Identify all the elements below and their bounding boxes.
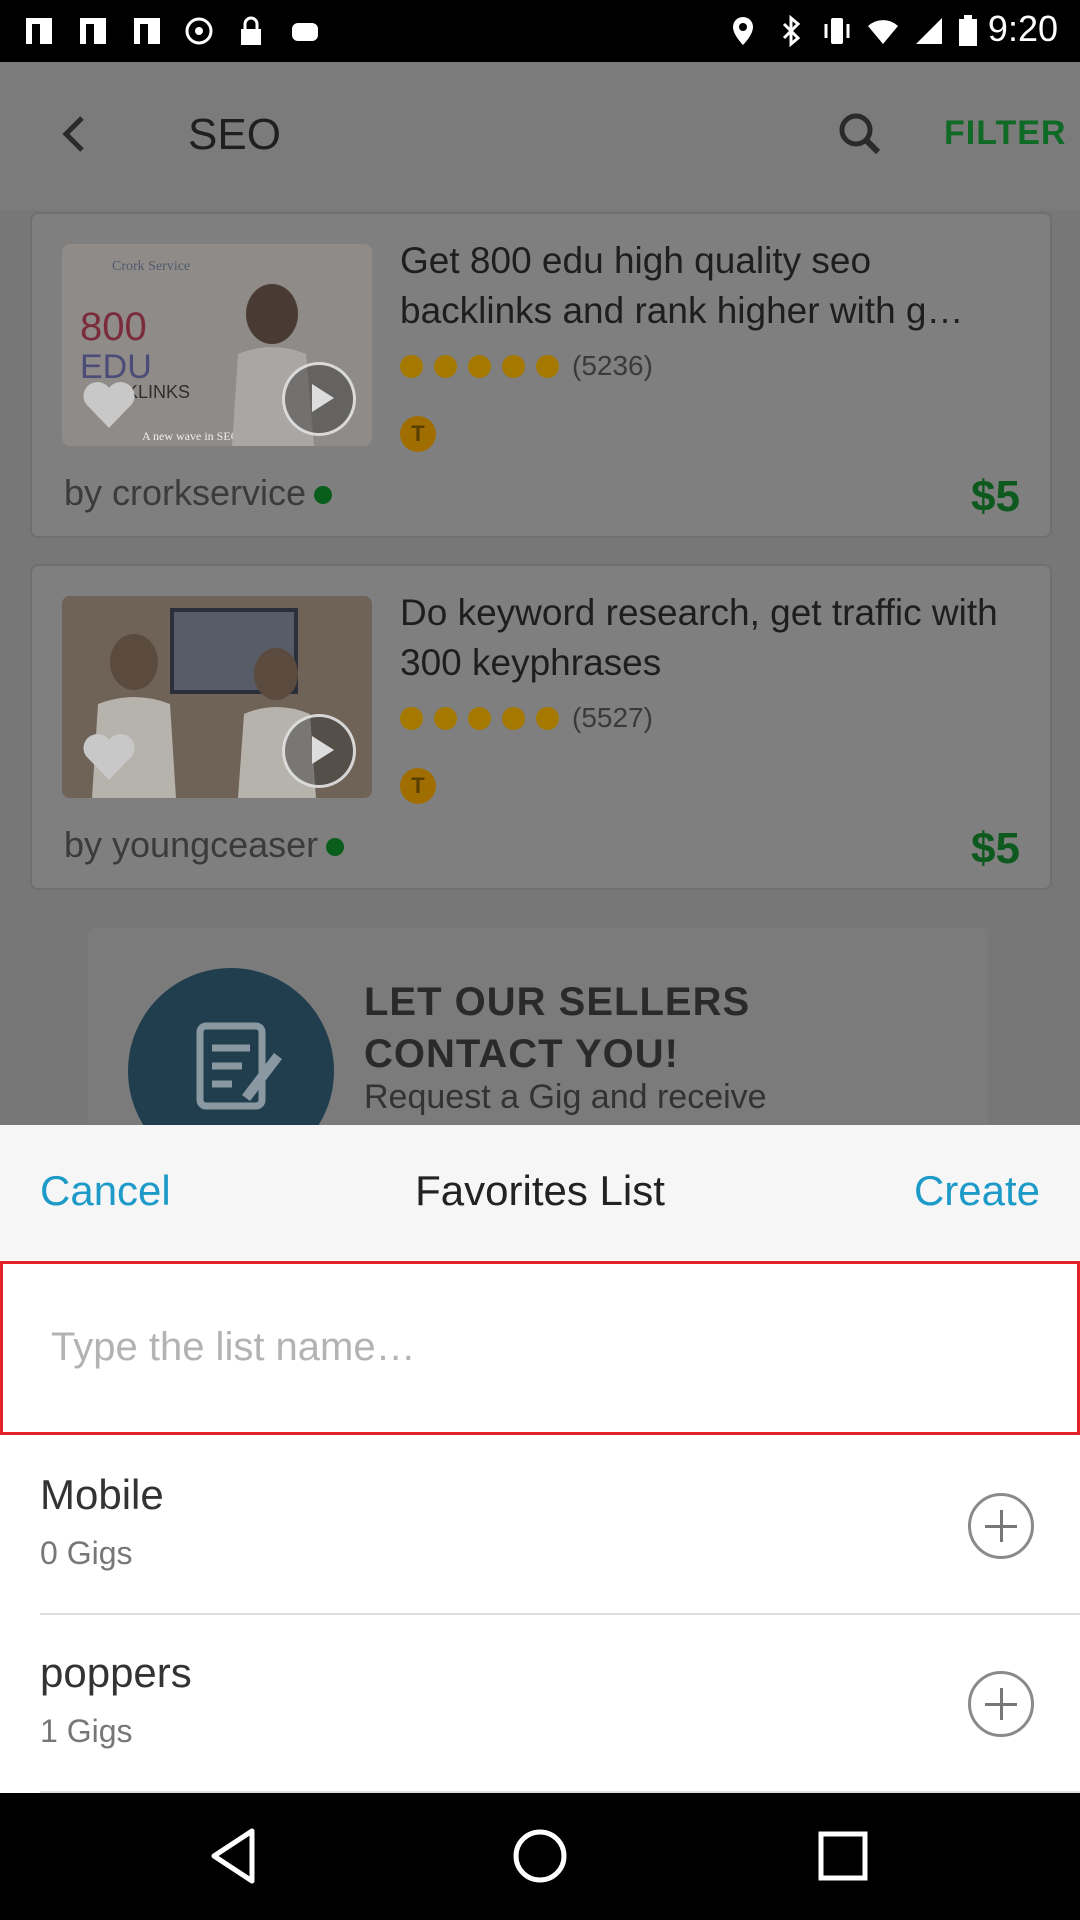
status-bar: 9:20 [0, 0, 1080, 62]
signal-icon [916, 18, 942, 44]
add-to-list-icon[interactable] [968, 1671, 1034, 1737]
list-count: 1 Gigs [40, 1713, 133, 1749]
gig-list: Crork Service 800 EDU KLINKS A new wave … [0, 210, 1080, 1125]
gig-card[interactable]: Crork Service 800 EDU KLINKS A new wave … [30, 212, 1052, 538]
favorites-sheet-header: Cancel Favorites List Create [0, 1125, 1080, 1260]
seller-name: by youngceaser [64, 824, 345, 866]
seller-label: by crorkservice [64, 472, 307, 513]
gig-card[interactable]: Do keyword research, get traffic with 30… [30, 564, 1052, 890]
list-name: poppers [40, 1649, 192, 1696]
star-icon [434, 706, 457, 730]
heart-icon[interactable] [80, 730, 138, 782]
banner-subtext: Request a Gig and receive [364, 1078, 767, 1116]
list-name-input[interactable] [49, 1316, 1033, 1378]
star-icon [536, 354, 559, 378]
online-indicator-icon [314, 486, 333, 505]
seller-name: by crorkservice [64, 472, 333, 514]
banner-headline: LET OUR SELLERS CONTACT YOU! [364, 980, 751, 1076]
app-notification-icon [80, 18, 106, 44]
seller-level-badge: T [400, 768, 436, 804]
gig-price: $5 [971, 824, 1020, 873]
seller-level-badge: T [400, 416, 436, 452]
gig-price: $5 [971, 472, 1020, 521]
play-icon[interactable] [282, 362, 356, 436]
back-arrow-icon[interactable] [48, 106, 104, 162]
location-icon [733, 17, 753, 45]
heart-icon[interactable] [80, 378, 138, 430]
battery-icon [959, 15, 977, 46]
app-notification-icon [134, 18, 160, 44]
thumb-text: Crork Service [112, 259, 190, 274]
list-name-field[interactable] [0, 1261, 1080, 1435]
online-indicator-icon [326, 838, 345, 857]
star-icon [400, 354, 423, 378]
request-document-icon [128, 968, 334, 1125]
star-icon [434, 354, 457, 378]
app-bar: SEO FILTER [0, 62, 1080, 210]
lock-icon [241, 16, 261, 45]
add-to-list-icon[interactable] [968, 1493, 1034, 1559]
star-icon [468, 706, 491, 730]
gig-title[interactable]: Get 800 edu high quality seo backlinks a… [400, 236, 1020, 336]
thumb-text: 800 [80, 305, 147, 349]
wifi-icon [868, 20, 898, 44]
rating: (5236) [400, 350, 653, 382]
vibrate-icon [824, 18, 850, 44]
filter-button[interactable]: FILTER [944, 114, 1066, 153]
gig-title[interactable]: Do keyword research, get traffic with 30… [400, 588, 1020, 688]
list-count: 0 Gigs [40, 1535, 133, 1571]
home-nav-icon[interactable] [505, 1821, 575, 1891]
rating: (5527) [400, 702, 653, 734]
sync-icon [185, 17, 213, 45]
recents-nav-icon[interactable] [808, 1821, 878, 1891]
star-icon [400, 706, 423, 730]
play-icon[interactable] [282, 714, 356, 788]
rating-count: (5527) [572, 702, 653, 733]
star-icon [502, 354, 525, 378]
back-nav-icon[interactable] [200, 1821, 270, 1891]
favorites-list-item[interactable]: Mobile 0 Gigs [0, 1437, 1080, 1615]
gig-thumbnail[interactable] [62, 596, 372, 798]
bluetooth-icon [782, 14, 801, 48]
search-icon[interactable] [832, 106, 888, 162]
page-title: SEO [188, 110, 281, 159]
gig-thumbnail[interactable]: Crork Service 800 EDU KLINKS A new wave … [62, 244, 372, 446]
status-time: 9:20 [987, 8, 1058, 49]
seller-label: by youngceaser [64, 824, 319, 865]
rating-count: (5236) [572, 350, 653, 381]
star-icon [468, 354, 491, 378]
list-name: Mobile [40, 1471, 164, 1518]
star-icon [536, 706, 559, 730]
system-nav-bar [0, 1793, 1080, 1920]
request-gig-banner[interactable]: LET OUR SELLERS CONTACT YOU! Request a G… [88, 928, 988, 1125]
star-icon [502, 706, 525, 730]
app-notification-icon [26, 18, 52, 44]
game-icon [292, 23, 318, 41]
favorites-list-item[interactable]: poppers 1 Gigs [0, 1615, 1080, 1793]
create-button[interactable]: Create [914, 1167, 1040, 1215]
